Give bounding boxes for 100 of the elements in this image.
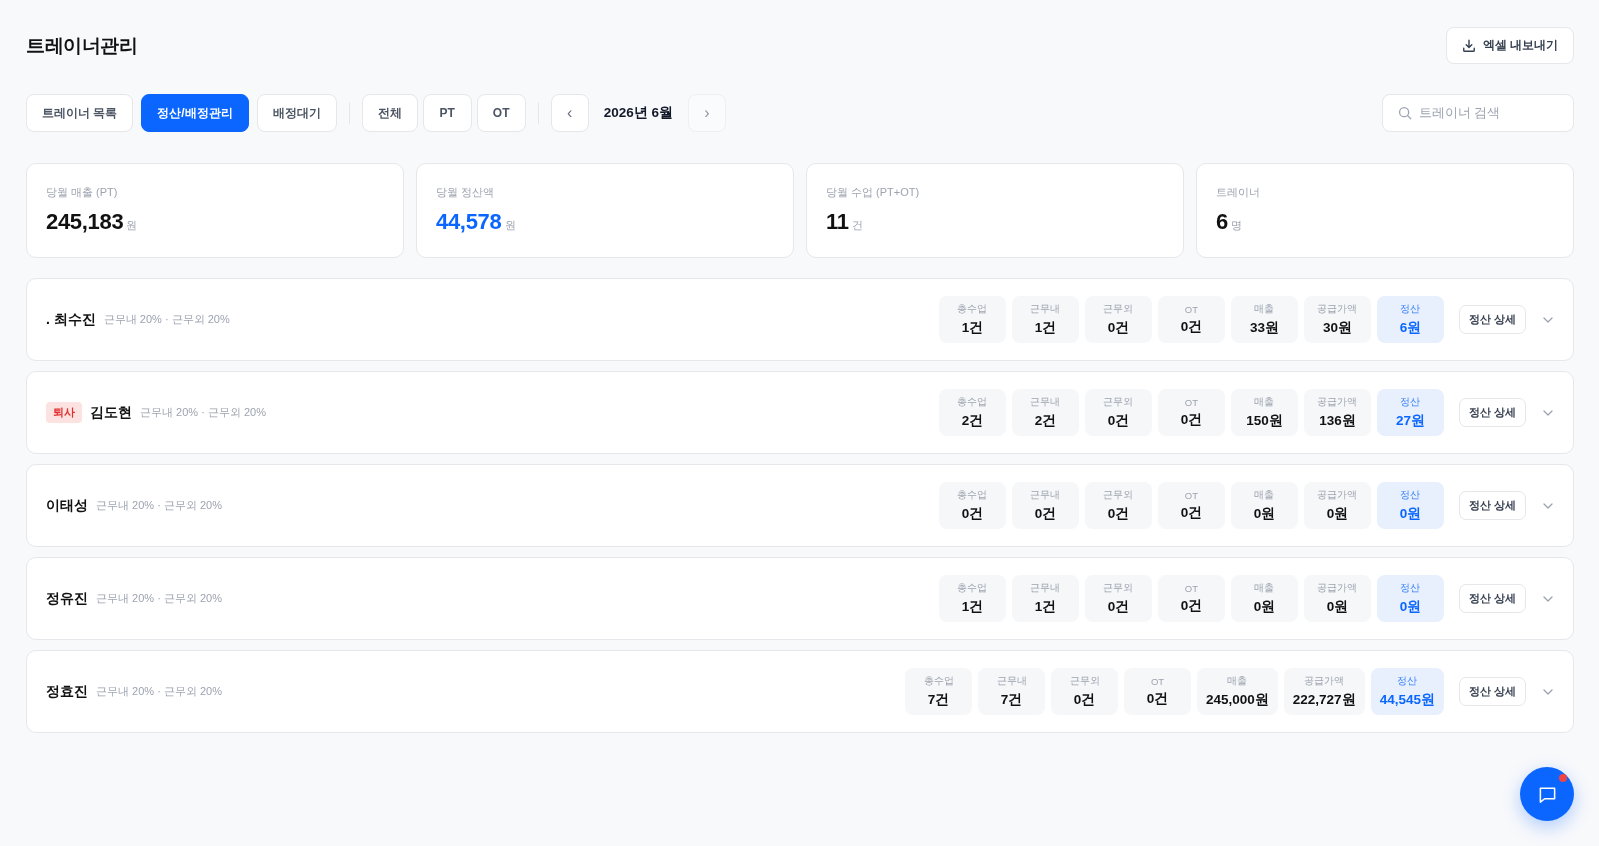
view-tab[interactable]: 정산/배정관리 <box>141 94 249 132</box>
chevron-down-icon[interactable] <box>1543 595 1553 602</box>
card-value: 11 <box>826 209 849 235</box>
metric-value: 0건 <box>1107 318 1130 337</box>
filter-button[interactable]: 전체 <box>361 94 418 132</box>
detail-button[interactable]: 정산 상세 <box>1458 677 1526 706</box>
metric-label: 총수업 <box>957 488 988 502</box>
metric-value: 44,545원 <box>1379 690 1435 709</box>
chevron-down-icon[interactable] <box>1543 316 1553 323</box>
metric-value: 30원 <box>1322 318 1352 337</box>
metric-value: 0건 <box>1034 504 1057 523</box>
card-unit: 건 <box>851 218 863 233</box>
detail-button[interactable]: 정산 상세 <box>1458 398 1526 427</box>
card-label: 트레이너 <box>1216 185 1261 200</box>
trainer-name: . 최수진 <box>46 310 96 329</box>
filter-button[interactable]: OT <box>476 94 526 132</box>
metric-value: 1건 <box>1034 597 1057 616</box>
metric-label: 정산 <box>1397 674 1418 688</box>
metric-label: 매출 <box>1254 395 1275 409</box>
metric-label: 정산 <box>1400 302 1421 316</box>
metric-label: 총수업 <box>957 302 988 316</box>
metric-label: OT <box>1184 489 1199 501</box>
card-value: 245,183 <box>46 209 124 235</box>
card-unit: 명 <box>1230 218 1242 233</box>
metric-label: 근무내 <box>1030 488 1061 502</box>
view-tab[interactable]: 배정대기 <box>256 94 337 132</box>
detail-button[interactable]: 정산 상세 <box>1458 305 1526 334</box>
metric-value: 0건 <box>1107 597 1130 616</box>
metric-label: 정산 <box>1400 395 1421 409</box>
metric-value: 1건 <box>961 318 984 337</box>
search-icon <box>1398 106 1412 120</box>
metric-value: 0원 <box>1253 504 1276 523</box>
rate-text: 근무내 20% · 근무외 20% <box>140 405 266 420</box>
metric-value: 0건 <box>1180 596 1203 615</box>
month-label: 2026년 6월 <box>602 104 674 122</box>
metric-label: 근무내 <box>1030 395 1061 409</box>
metric-label: 공급가액 <box>1317 581 1358 595</box>
metric-label: 공급가액 <box>1317 488 1358 502</box>
metric-value: 2건 <box>1034 411 1057 430</box>
chevron-down-icon[interactable] <box>1543 502 1553 509</box>
search-field[interactable]: 트레이너 검색 <box>1382 94 1574 132</box>
export-button[interactable]: 엑셀 내보내기 <box>1445 27 1574 64</box>
metric-value: 2건 <box>961 411 984 430</box>
metric-label: OT <box>1184 396 1199 408</box>
metric-label: 근무외 <box>1103 581 1134 595</box>
metric-value: 0원 <box>1253 597 1276 616</box>
metric-value: 0건 <box>1107 411 1130 430</box>
metric-value: 1건 <box>1034 318 1057 337</box>
metric-value: 7건 <box>1000 690 1023 709</box>
metric-value: 150원 <box>1246 411 1283 430</box>
metric-value: 0건 <box>1180 410 1203 429</box>
metric-value: 7건 <box>927 690 950 709</box>
metric-value: 0건 <box>961 504 984 523</box>
metric-value: 33원 <box>1249 318 1279 337</box>
rate-text: 근무내 20% · 근무외 20% <box>96 684 222 699</box>
metric-label: 근무내 <box>996 674 1027 688</box>
metric-label: 총수업 <box>957 395 988 409</box>
card-label: 당월 수업 (PT+OT) <box>826 185 921 200</box>
metric-label: 공급가액 <box>1317 302 1358 316</box>
chevron-down-icon[interactable] <box>1543 688 1553 695</box>
filter-button[interactable]: PT <box>422 94 472 132</box>
metric-value: 27원 <box>1395 411 1425 430</box>
rate-text: 근무내 20% · 근무외 20% <box>96 591 222 606</box>
metric-value: 0원 <box>1326 597 1349 616</box>
metric-value: 0건 <box>1073 690 1096 709</box>
metric-label: OT <box>1150 675 1165 687</box>
page-title: 트레이너관리 <box>26 34 137 58</box>
metric-label: 공급가액 <box>1304 674 1345 688</box>
metric-label: 근무외 <box>1069 674 1100 688</box>
chevron-down-icon[interactable] <box>1543 409 1553 416</box>
metric-label: 매출 <box>1227 674 1248 688</box>
metric-label: 근무외 <box>1103 395 1134 409</box>
detail-button[interactable]: 정산 상세 <box>1458 584 1526 613</box>
trainer-name: 정효진 <box>46 682 88 701</box>
metric-label: 정산 <box>1400 581 1421 595</box>
download-icon <box>1461 38 1476 53</box>
chat-button[interactable] <box>1520 767 1574 821</box>
trainer-name: 김도현 <box>90 403 132 422</box>
metric-value: 0건 <box>1107 504 1130 523</box>
metric-value: 0건 <box>1180 503 1203 522</box>
metric-label: 총수업 <box>923 674 954 688</box>
trainer-name: 정유진 <box>46 589 88 608</box>
metric-label: OT <box>1184 582 1199 594</box>
metric-value: 136원 <box>1319 411 1356 430</box>
detail-button[interactable]: 정산 상세 <box>1458 491 1526 520</box>
prev-month-button[interactable]: ‹ <box>550 94 589 132</box>
metric-label: 매출 <box>1254 581 1275 595</box>
metric-value: 0건 <box>1146 689 1169 708</box>
card-label: 당월 매출 (PT) <box>46 185 119 200</box>
view-tab[interactable]: 트레이너 목록 <box>26 94 134 132</box>
trainer-name: 이태성 <box>46 496 88 515</box>
metric-label: 공급가액 <box>1317 395 1358 409</box>
card-value: 6 <box>1216 209 1228 235</box>
metric-value: 0건 <box>1180 317 1203 336</box>
metric-value: 0원 <box>1326 504 1349 523</box>
metric-label: 매출 <box>1254 302 1275 316</box>
metric-label: 정산 <box>1400 488 1421 502</box>
metric-value: 222,727원 <box>1292 690 1356 709</box>
metric-value: 245,000원 <box>1206 690 1269 709</box>
metric-label: 매출 <box>1254 488 1275 502</box>
